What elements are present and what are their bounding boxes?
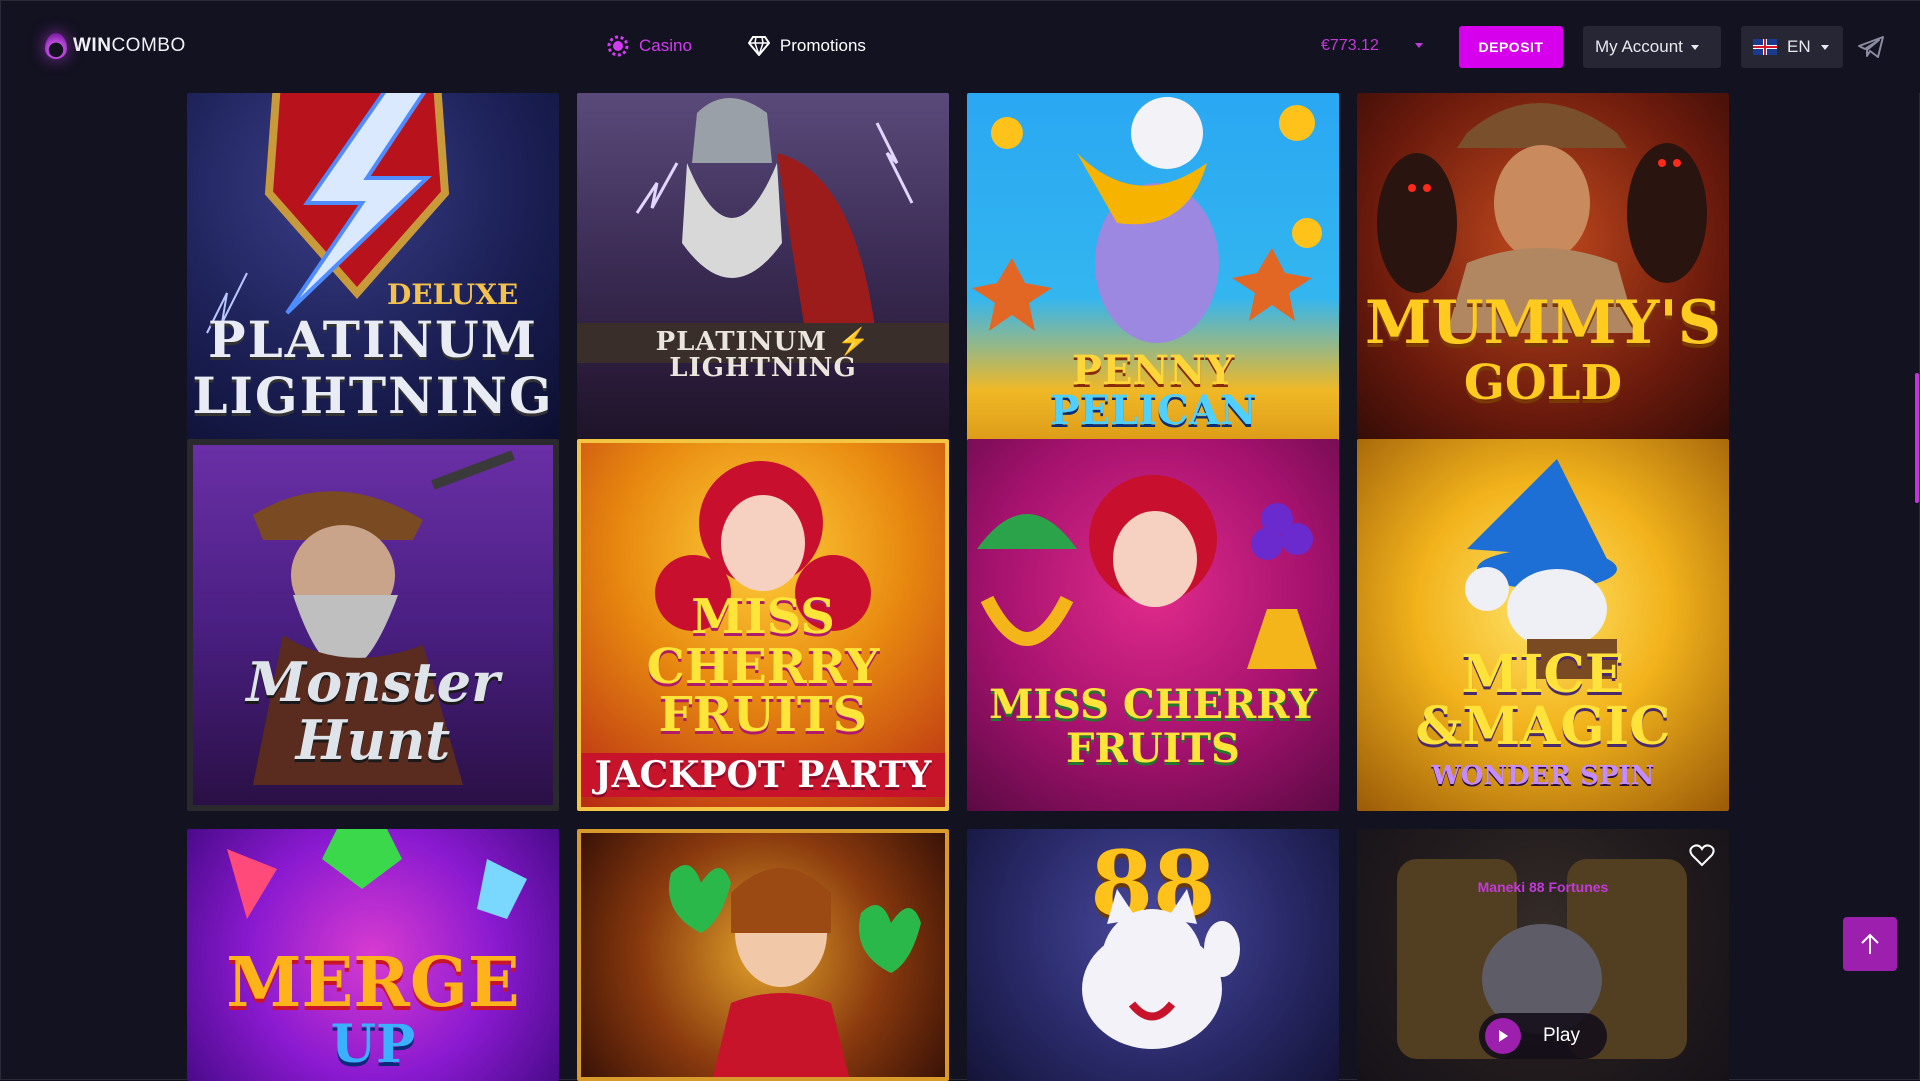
casino-chip-icon: [607, 35, 629, 57]
lucky-cat-icon: [1082, 889, 1240, 1049]
game-title-line1: MISS: [691, 589, 835, 645]
game-tile-miss-cherry-fruits[interactable]: MISS CHERRY FRUITS: [967, 439, 1339, 811]
game-grid: DELUXE PLATINUM LIGHTNING PLATINUM ⚡ LIG…: [187, 93, 1731, 1081]
balance-display[interactable]: €773.12: [1321, 37, 1379, 55]
nav-promotions[interactable]: Promotions: [747, 35, 866, 57]
uk-flag-icon: [1753, 39, 1777, 55]
game-title-line1: Monster: [246, 650, 500, 714]
game-tile-maneki-88-fortunes[interactable]: Maneki 88 Fortunes Play: [1357, 829, 1729, 1081]
game-title-line2: CHERRY: [646, 639, 880, 695]
heart-icon[interactable]: [1689, 843, 1715, 867]
game-title-line1: MICE: [1461, 644, 1625, 705]
game-tile-mice-and-magic[interactable]: MICE &MAGIC WONDER SPIN: [1357, 439, 1729, 811]
nav-casino[interactable]: Casino: [607, 35, 692, 57]
viking-warrior-icon: [577, 98, 949, 363]
game-tile-penny-pelican[interactable]: PENNY PELICAN: [967, 93, 1339, 465]
nav-casino-label: Casino: [639, 36, 692, 55]
app-frame: WINCOMBO Casino Promotions €773.12 DEPOS…: [0, 0, 1920, 1081]
game-title-line2: PELICAN: [1049, 387, 1257, 434]
chevron-down-icon: [1690, 44, 1699, 50]
scrollbar-thumb[interactable]: [1915, 373, 1919, 503]
logo-text-bold: WIN: [73, 35, 112, 56]
game-tile-maneki-cat[interactable]: 88: [967, 829, 1339, 1081]
game-tile-mummys-gold[interactable]: MUMMY'S GOLD: [1357, 93, 1729, 465]
game-title-line2: LIGHTNING: [192, 366, 554, 425]
game-title-line2: UP: [330, 1014, 416, 1075]
game-title-line2: GOLD: [1463, 355, 1623, 411]
play-button-label: Play: [1543, 1025, 1580, 1046]
game-title-line1: MISS CHERRY: [989, 681, 1317, 728]
game-title-line1: MUMMY'S: [1364, 288, 1722, 358]
top-header: WINCOMBO Casino Promotions €773.12 DEPOS…: [1, 1, 1920, 93]
my-account-label: My Account: [1595, 37, 1683, 56]
chevron-down-icon: [1820, 44, 1829, 50]
play-icon: [1485, 1018, 1521, 1054]
game-title-line2: LIGHTNING: [669, 353, 857, 383]
language-selector[interactable]: EN: [1741, 26, 1843, 68]
scroll-to-top-button[interactable]: [1843, 917, 1897, 971]
arrow-up-icon: [1861, 933, 1879, 954]
main-nav: Casino Promotions: [607, 35, 866, 57]
nav-promotions-label: Promotions: [779, 36, 866, 55]
diamond-icon: [747, 35, 770, 57]
telegram-icon[interactable]: [1857, 35, 1885, 59]
game-title-line2: &MAGIC: [1415, 696, 1671, 757]
play-button[interactable]: Play: [1479, 1013, 1607, 1059]
game-name-label: Maneki 88 Fortunes: [1477, 879, 1609, 895]
game-title-line2: FRUITS: [1066, 725, 1240, 772]
my-account-dropdown[interactable]: My Account: [1583, 26, 1721, 68]
game-title-line1: PLATINUM: [207, 310, 539, 369]
game-title-line4: JACKPOT PARTY: [581, 753, 945, 797]
game-tile-platinum-lightning-deluxe[interactable]: DELUXE PLATINUM LIGHTNING: [187, 93, 559, 465]
game-tile-clover-lady[interactable]: [577, 829, 949, 1081]
game-title-line3: FRUITS: [658, 687, 868, 743]
logo-mark-icon: [45, 33, 67, 59]
game-title-top: DELUXE: [387, 278, 519, 311]
clover-lady-icon: [669, 865, 921, 1077]
game-title-line2: Hunt: [295, 708, 451, 772]
game-tile-merge-up[interactable]: MERGE UP: [187, 829, 559, 1081]
game-tile-monster-hunt[interactable]: Monster Hunt: [187, 439, 559, 811]
deposit-button[interactable]: DEPOSIT: [1459, 26, 1563, 68]
logo-text-rest: COMBO: [111, 35, 186, 56]
balance-dropdown-icon[interactable]: [1415, 43, 1423, 48]
game-title-line3: WONDER SPIN: [1431, 761, 1655, 791]
language-label: EN: [1787, 37, 1811, 56]
game-tile-platinum-lightning[interactable]: PLATINUM ⚡ LIGHTNING: [577, 93, 949, 465]
wincombo-logo[interactable]: WINCOMBO: [45, 33, 186, 59]
game-tile-miss-cherry-fruits-jackpot-party[interactable]: MISS CHERRY FRUITS JACKPOT PARTY: [577, 439, 949, 811]
game-title-line1: MERGE: [226, 943, 520, 1023]
